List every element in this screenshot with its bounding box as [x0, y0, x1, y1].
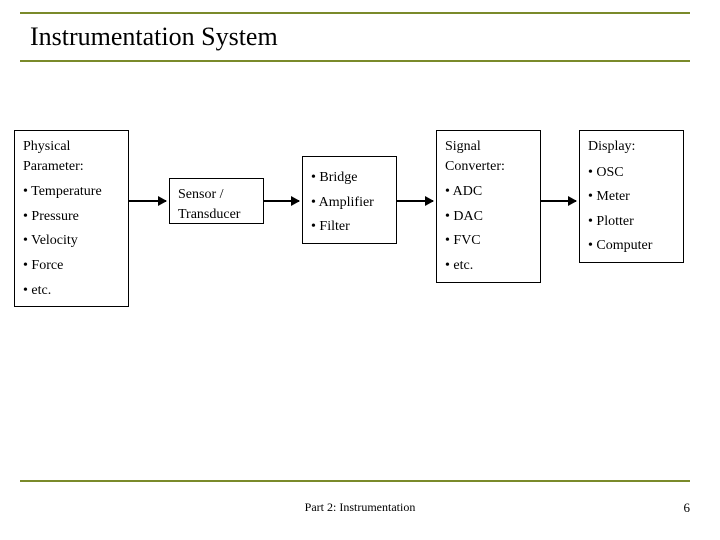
list-item: • Amplifier [311, 193, 388, 213]
block-header: Signal Converter: [445, 137, 532, 176]
block-display: Display: • OSC • Meter • Plotter • Compu… [579, 130, 684, 263]
list-item: • FVC [445, 231, 532, 251]
list-item: • Computer [588, 236, 675, 256]
block-label-line: Transducer [178, 205, 255, 225]
block-sensor-transducer: Sensor / Transducer [169, 178, 264, 224]
block-list: • Bridge • Amplifier • Filter [311, 168, 388, 237]
arrow-icon [129, 200, 166, 202]
list-item: • Bridge [311, 168, 388, 188]
list-item: • Filter [311, 217, 388, 237]
divider [20, 480, 690, 482]
list-item: • DAC [445, 207, 532, 227]
list-item: • Meter [588, 187, 675, 207]
arrow-icon [541, 200, 576, 202]
block-physical-parameter: Physical Parameter: • Temperature • Pres… [14, 130, 129, 307]
block-list: • OSC • Meter • Plotter • Computer [588, 163, 675, 256]
block-list: • Temperature • Pressure • Velocity • Fo… [23, 182, 120, 300]
block-diagram: Physical Parameter: • Temperature • Pres… [14, 130, 709, 340]
list-item: • Pressure [23, 207, 120, 227]
list-item: • ADC [445, 182, 532, 202]
block-header: Physical Parameter: [23, 137, 120, 176]
list-item: • Plotter [588, 212, 675, 232]
block-signal-conditioning: • Bridge • Amplifier • Filter [302, 156, 397, 244]
block-signal-converter: Signal Converter: • ADC • DAC • FVC • et… [436, 130, 541, 283]
page-title: Instrumentation System [30, 22, 690, 52]
block-header: Display: [588, 137, 675, 157]
list-item: • etc. [445, 256, 532, 276]
arrow-icon [397, 200, 433, 202]
list-item: • Temperature [23, 182, 120, 202]
list-item: • etc. [23, 281, 120, 301]
footer-caption: Part 2: Instrumentation [0, 500, 720, 515]
title-bar: Instrumentation System [20, 12, 690, 62]
list-item: • Force [23, 256, 120, 276]
block-list: • ADC • DAC • FVC • etc. [445, 182, 532, 275]
list-item: • Velocity [23, 231, 120, 251]
block-label-line: Sensor / [178, 185, 255, 205]
page-number: 6 [684, 500, 691, 516]
list-item: • OSC [588, 163, 675, 183]
arrow-icon [264, 200, 299, 202]
